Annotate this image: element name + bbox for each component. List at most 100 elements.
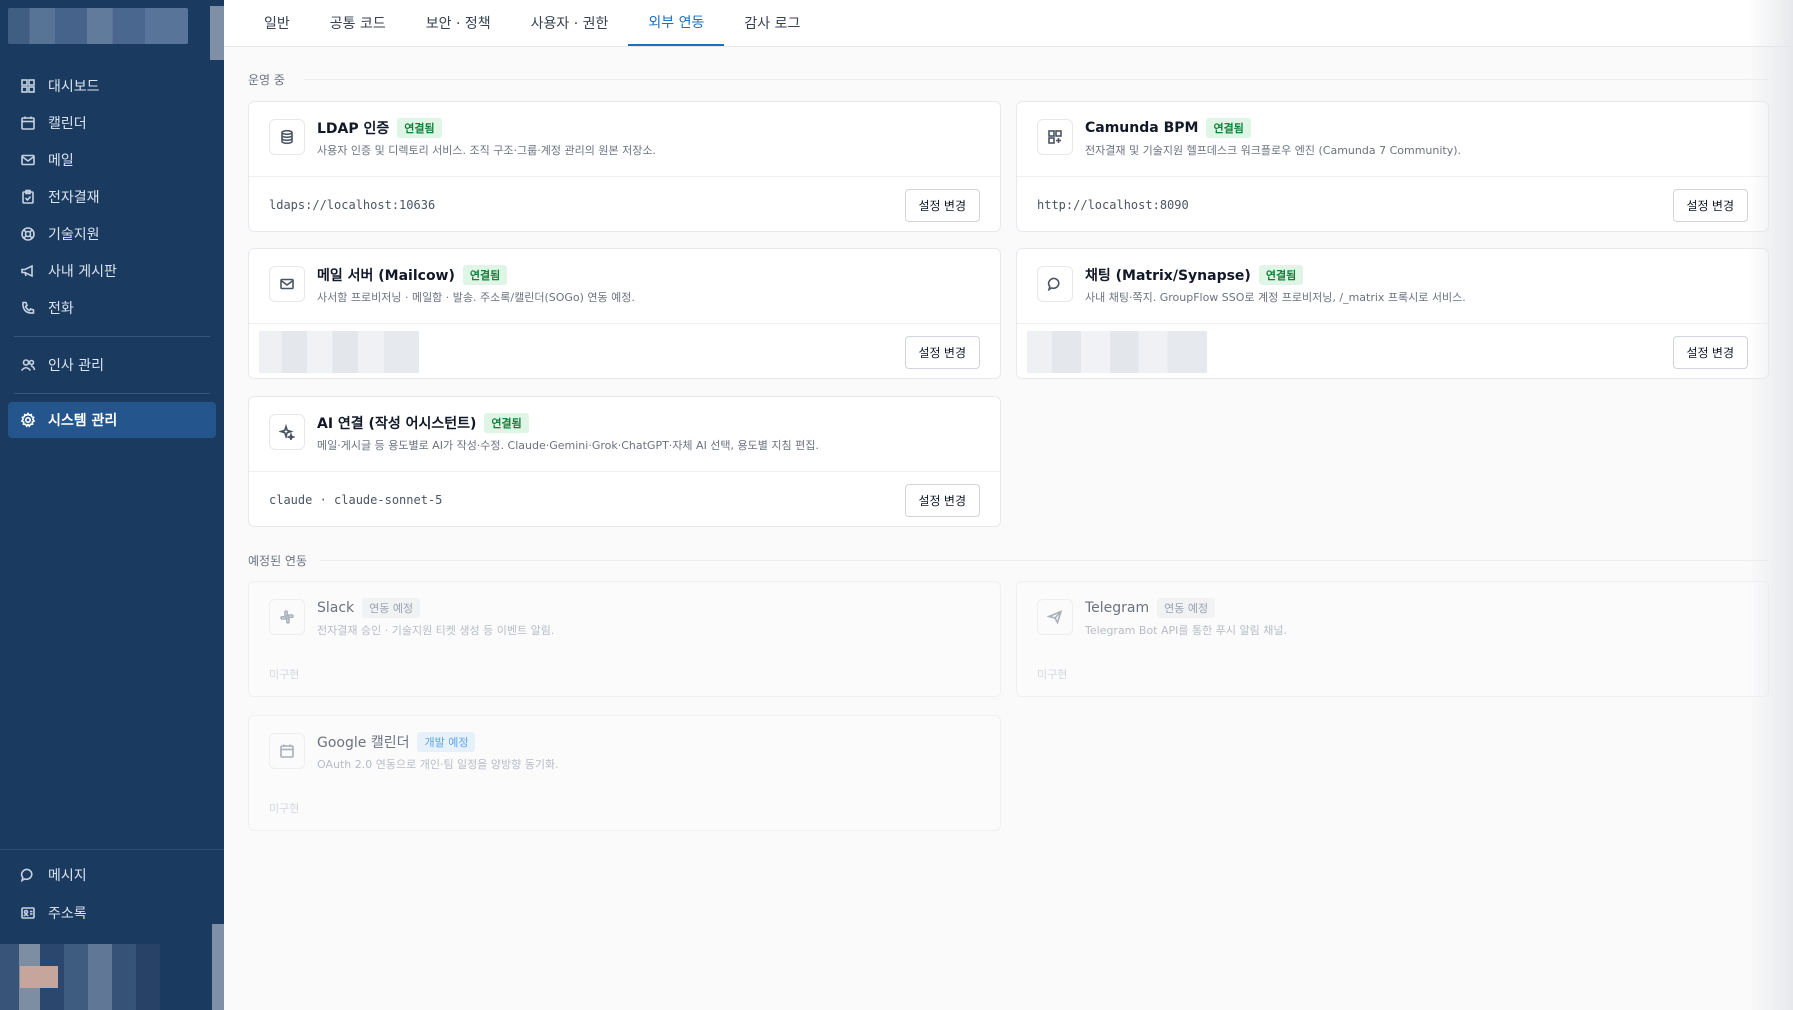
- card-title: Google 캘린더: [317, 735, 410, 751]
- sidebar-item-messages[interactable]: 메시지: [8, 857, 216, 893]
- card-description: 사용자 인증 및 디렉토리 서비스. 조직 구조·그룹·계정 관리의 원본 저장…: [317, 144, 656, 157]
- sidebar-item-dashboard[interactable]: 대시보드: [8, 68, 216, 104]
- edit-settings-button[interactable]: 설정 변경: [1672, 335, 1748, 369]
- card-description: OAuth 2.0 연동으로 개인·팀 일정을 양방향 동기화.: [317, 758, 559, 771]
- integration-card-mail-server: 메일 서버 (Mailcow) 연결됨 사서함 프로비저닝 · 메일함 · 발송.…: [248, 248, 1001, 379]
- sidebar-item-label: 인사 관리: [48, 358, 104, 374]
- sidebar-item-label: 메시지: [48, 868, 87, 884]
- calendar-icon: [269, 733, 305, 769]
- status-badge: 연동 예정: [362, 598, 421, 618]
- card-description: 메일·게시글 등 용도별로 AI가 작성·수정. Claude·Gemini·G…: [317, 439, 819, 452]
- sidebar-item-support[interactable]: 기술지원: [8, 216, 216, 252]
- sidebar-item-label: 기술지원: [48, 227, 100, 243]
- sidebar-item-label: 캘린더: [48, 116, 87, 132]
- contact-card-icon: [20, 905, 36, 921]
- implementation-status: 미구현: [269, 802, 300, 815]
- status-badge: 연결됨: [484, 413, 529, 433]
- sidebar-item-label: 사내 게시판: [48, 264, 117, 280]
- workflow-icon: [1037, 119, 1073, 155]
- status-badge: 연동 예정: [1157, 598, 1216, 618]
- sidebar-item-label: 메일: [48, 153, 74, 169]
- user-profile[interactable]: [0, 944, 160, 1010]
- bottom-divider: [0, 849, 224, 850]
- sidebar-item-label: 대시보드: [48, 79, 100, 95]
- card-description: 전자결재 승인 · 기술지원 티켓 생성 등 이벤트 알림.: [317, 624, 555, 637]
- tab-audit-log[interactable]: 감사 로그: [724, 0, 820, 46]
- section-divider: [320, 560, 1769, 561]
- bottom-nav: 메시지 주소록: [8, 857, 216, 931]
- status-badge: 연결됨: [462, 265, 508, 285]
- section-title-planned: 예정된 연동: [248, 554, 308, 568]
- sidebar-item-label: 시스템 관리: [48, 413, 118, 429]
- implementation-status: 미구현: [269, 668, 300, 681]
- implementation-status: 미구현: [1037, 668, 1068, 681]
- nav-divider: [14, 393, 210, 394]
- send-icon: [1037, 599, 1073, 635]
- page-edge-shadow: [1749, 0, 1793, 1010]
- settings-tabs: 일반 공통 코드 보안 · 정책 사용자 · 권한 외부 연동 감사 로그: [224, 0, 1793, 47]
- clipboard-icon: [20, 189, 36, 205]
- card-description: Telegram Bot API를 통한 푸시 알림 채널.: [1085, 624, 1287, 637]
- card-description: 사내 채팅·쪽지. GroupFlow SSO로 계정 프로비저닝, /_mat…: [1085, 291, 1466, 304]
- slack-icon: [269, 599, 305, 635]
- sidebar-item-board[interactable]: 사내 게시판: [8, 253, 216, 289]
- endpoint-url: [1027, 331, 1207, 373]
- sidebar-item-hr[interactable]: 인사 관리: [8, 347, 216, 383]
- phone-icon: [20, 300, 36, 316]
- logo[interactable]: [8, 8, 188, 44]
- endpoint-url: [259, 331, 419, 373]
- card-title: Camunda BPM: [1085, 120, 1199, 136]
- edit-settings-button[interactable]: 설정 변경: [904, 335, 980, 369]
- card-description: 전자결재 및 기술지원 헬프데스크 워크플로우 엔진 (Camunda 7 Co…: [1085, 144, 1462, 157]
- sparkle-icon: [269, 414, 305, 450]
- main-content: 일반 공통 코드 보안 · 정책 사용자 · 권한 외부 연동 감사 로그 운영…: [224, 0, 1793, 1010]
- tab-integrations[interactable]: 외부 연동: [628, 0, 725, 46]
- gear-icon: [20, 412, 36, 428]
- chat-icon: [20, 867, 36, 883]
- sidebar-item-calendar[interactable]: 캘린더: [8, 105, 216, 141]
- lifebuoy-icon: [20, 226, 36, 242]
- card-title: Slack: [317, 600, 355, 616]
- integration-card-telegram: Telegram 연동 예정 Telegram Bot API를 통한 푸시 알림…: [1016, 581, 1769, 697]
- database-icon: [269, 119, 305, 155]
- users-icon: [20, 357, 36, 373]
- card-title: LDAP 인증: [317, 121, 390, 137]
- megaphone-icon: [20, 263, 36, 279]
- main-nav: 대시보드 캘린더 메일 전자결재 기술지원 사내 게시판 전화 인사 관리 시스…: [8, 68, 216, 438]
- card-title: 메일 서버 (Mailcow): [317, 268, 455, 284]
- nav-divider: [14, 336, 210, 337]
- sidebar-item-approval[interactable]: 전자결재: [8, 179, 216, 215]
- endpoint-url: ldaps://localhost:10636: [269, 198, 436, 212]
- sidebar: 대시보드 캘린더 메일 전자결재 기술지원 사내 게시판 전화 인사 관리 시스…: [0, 0, 232, 1010]
- sidebar-item-phone[interactable]: 전화: [8, 290, 216, 326]
- tab-general[interactable]: 일반: [244, 0, 310, 46]
- card-title: AI 연결 (작성 어시스턴트): [317, 416, 477, 432]
- sidebar-item-label: 전화: [48, 301, 74, 317]
- edit-settings-button[interactable]: 설정 변경: [904, 483, 980, 517]
- status-badge: 개발 예정: [417, 732, 476, 752]
- card-title: Telegram: [1085, 600, 1150, 616]
- card-title: 채팅 (Matrix/Synapse): [1085, 268, 1251, 284]
- status-badge: 연결됨: [397, 118, 442, 138]
- dashboard-icon: [20, 78, 36, 94]
- tab-security-policy[interactable]: 보안 · 정책: [406, 0, 511, 46]
- section-title-active: 운영 중: [248, 73, 285, 87]
- sidebar-item-system[interactable]: 시스템 관리: [8, 402, 216, 438]
- sidebar-item-mail[interactable]: 메일: [8, 142, 216, 178]
- mail-icon: [269, 266, 305, 302]
- tab-users-permissions[interactable]: 사용자 · 권한: [511, 0, 629, 46]
- section-divider: [304, 79, 1769, 80]
- tab-common-codes[interactable]: 공통 코드: [310, 0, 406, 46]
- sidebar-item-label: 전자결재: [48, 190, 100, 206]
- mail-icon: [20, 152, 36, 168]
- integration-card-ldap: LDAP 인증 연결됨 사용자 인증 및 디렉토리 서비스. 조직 구조·그룹·계…: [248, 101, 1001, 232]
- sidebar-item-contacts[interactable]: 주소록: [8, 895, 216, 931]
- integration-card-ai: AI 연결 (작성 어시스턴트) 연결됨 메일·게시글 등 용도별로 AI가 작성…: [248, 396, 1001, 527]
- status-badge: 연결됨: [1258, 265, 1304, 285]
- integration-card-camunda: Camunda BPM 연결됨 전자결재 및 기술지원 헬프데스크 워크플로우 엔…: [1016, 101, 1769, 232]
- edit-settings-button[interactable]: 설정 변경: [904, 188, 980, 222]
- integration-card-chat: 채팅 (Matrix/Synapse) 연결됨 사내 채팅·쪽지. GroupFl…: [1016, 248, 1769, 379]
- edit-settings-button[interactable]: 설정 변경: [1672, 188, 1748, 222]
- endpoint-url: claude · claude-sonnet-5: [269, 493, 443, 507]
- calendar-icon: [20, 115, 36, 131]
